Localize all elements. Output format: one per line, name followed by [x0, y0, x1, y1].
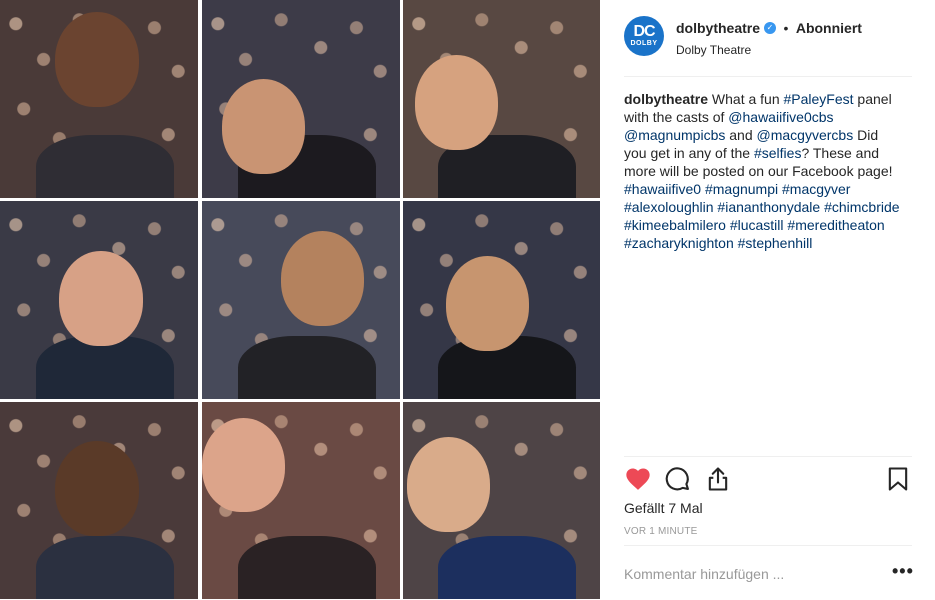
verified-badge-icon: ✓ — [764, 21, 777, 34]
comment-input[interactable] — [624, 562, 874, 586]
comment-icon — [665, 467, 689, 491]
post-timestamp[interactable]: VOR 1 MINUTE — [624, 526, 698, 537]
header-text: dolbytheatre ✓ • Abonniert Dolby Theatre — [676, 20, 912, 57]
more-options-icon[interactable]: ••• — [892, 562, 913, 584]
caption-tag-link[interactable]: #hawaiifive0 — [624, 181, 701, 197]
following-button[interactable]: Abonniert — [796, 20, 862, 36]
avatar-logo-text: DC — [633, 23, 655, 40]
avatar-brand-text: DOLBY — [630, 40, 658, 47]
caption-tag-link[interactable]: #zacharyknighton — [624, 235, 734, 251]
selfie-photo — [403, 0, 600, 198]
selfie-photo — [0, 201, 198, 399]
selfie-photo — [202, 0, 400, 198]
caption-tag-link[interactable]: #PaleyFest — [784, 91, 854, 107]
likes-count[interactable]: Gefällt 7 Mal — [624, 500, 703, 516]
post-side-panel: DC DOLBY dolbytheatre ✓ • Abonniert Dolby… — [600, 0, 935, 599]
selfie-photo — [403, 402, 600, 599]
caption-tag-link[interactable]: #stephenhill — [738, 235, 813, 251]
caption-tag-link[interactable]: #lucastill — [730, 217, 784, 233]
caption-tag-link[interactable]: #magnumpi — [705, 181, 778, 197]
share-button[interactable] — [704, 465, 732, 493]
username-link[interactable]: dolbytheatre — [676, 20, 760, 36]
post-header: DC DOLBY dolbytheatre ✓ • Abonniert Dolby… — [624, 16, 912, 77]
caption-tag-link[interactable]: #selfies — [754, 145, 801, 161]
caption-tag-link[interactable]: @macgyvercbs — [757, 127, 854, 143]
share-icon — [708, 467, 728, 491]
caption-tag-link[interactable]: #iananthonydale — [717, 199, 820, 215]
bookmark-icon — [888, 467, 908, 491]
comment-button[interactable] — [664, 465, 692, 493]
selfie-photo — [202, 201, 400, 399]
save-button[interactable] — [884, 465, 912, 493]
caption-tag-link[interactable]: #chimcbride — [824, 199, 899, 215]
post-caption: dolbytheatre What a fun #PaleyFest panel… — [624, 90, 904, 252]
like-button[interactable] — [624, 465, 652, 493]
caption-text: and — [725, 127, 757, 143]
location-link[interactable]: Dolby Theatre — [676, 43, 912, 57]
selfie-collage — [0, 0, 600, 599]
selfie-photo — [0, 0, 198, 198]
caption-tag-link[interactable]: #macgyver — [782, 181, 850, 197]
caption-tag-link[interactable]: @magnumpicbs — [624, 127, 725, 143]
avatar[interactable]: DC DOLBY — [624, 16, 664, 56]
caption-text: What a fun — [708, 91, 784, 107]
action-bar — [624, 456, 912, 501]
caption-tag-link[interactable]: #alexoloughlin — [624, 199, 714, 215]
heart-icon — [626, 468, 650, 490]
post-photo[interactable] — [0, 0, 600, 599]
selfie-photo — [403, 201, 600, 399]
caption-tag-link[interactable]: #mereditheaton — [787, 217, 884, 233]
separator-dot: • — [783, 20, 789, 36]
caption-tag-link[interactable]: #kimeebalmilero — [624, 217, 726, 233]
caption-tag-link[interactable]: @hawaiifive0cbs — [728, 109, 833, 125]
caption-username[interactable]: dolbytheatre — [624, 91, 708, 107]
selfie-photo — [0, 402, 198, 599]
comment-bar: ••• — [624, 545, 913, 600]
selfie-photo — [202, 402, 400, 599]
